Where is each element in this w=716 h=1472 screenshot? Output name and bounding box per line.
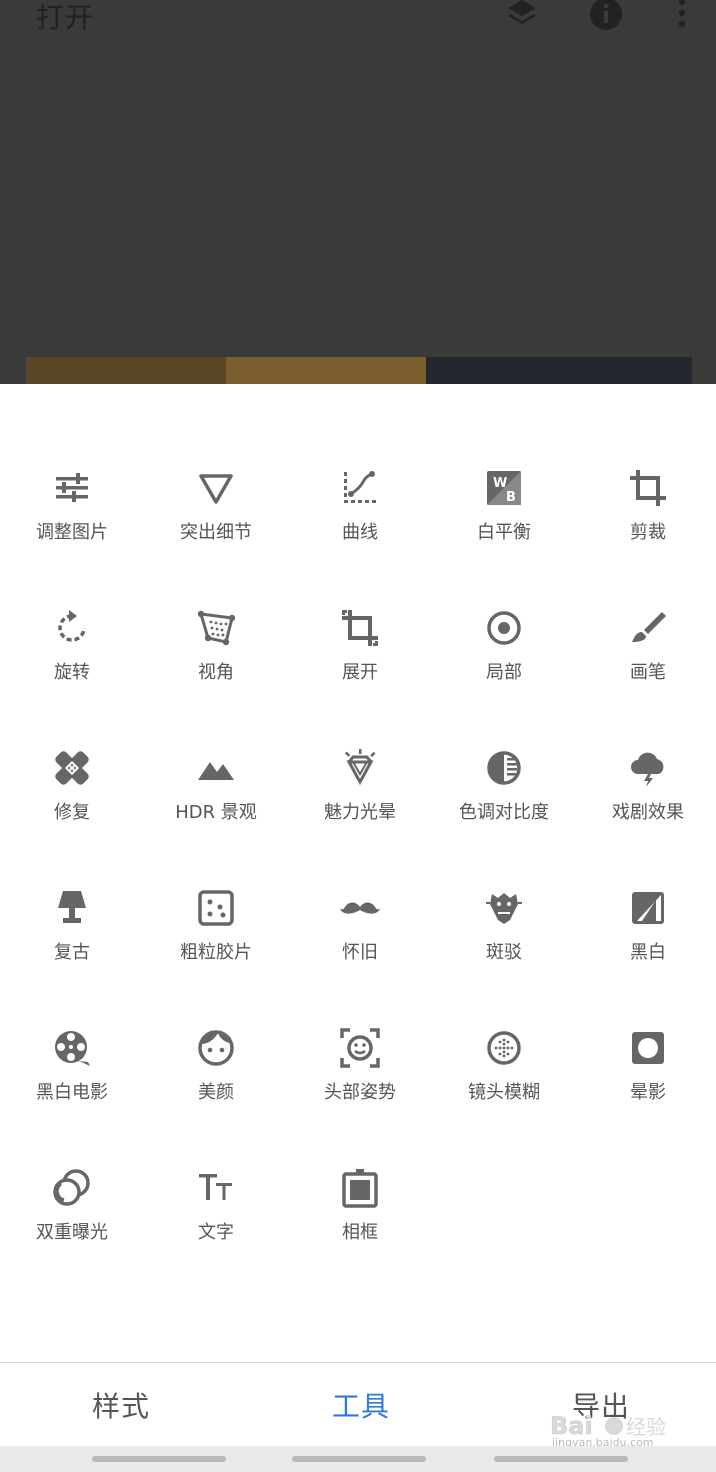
tool-lens-blur[interactable]: 镜头模糊 xyxy=(432,982,576,1122)
tool-glamour-glow[interactable]: 魅力光晕 xyxy=(288,702,432,842)
tool-text[interactable]: 文字 xyxy=(144,1122,288,1262)
tool-label: 美颜 xyxy=(198,1082,234,1103)
tool-label: 白平衡 xyxy=(477,522,531,543)
tool-label: 镜头模糊 xyxy=(468,1082,540,1103)
vintage-lamp-icon xyxy=(58,891,86,923)
text-icon xyxy=(199,1174,232,1200)
tab-tools[interactable]: 工具 xyxy=(332,1385,390,1425)
tool-hdr[interactable]: HDR 景观 xyxy=(144,702,288,842)
vignette-icon xyxy=(632,1032,664,1064)
tool-label: HDR 景观 xyxy=(175,802,257,823)
tool-label: 戏剧效果 xyxy=(612,802,684,823)
white-balance-icon: W B xyxy=(487,471,521,505)
tool-vignette[interactable]: 晕影 xyxy=(576,982,716,1122)
photo-preview xyxy=(26,357,692,384)
info-icon[interactable] xyxy=(588,0,624,32)
tune-icon xyxy=(56,473,88,502)
tool-label: 相框 xyxy=(342,1222,378,1243)
tab-styles[interactable]: 样式 xyxy=(92,1385,150,1425)
tool-label: 黑白 xyxy=(630,942,666,963)
grunge-icon xyxy=(486,893,522,924)
tool-rotate[interactable]: 旋转 xyxy=(0,562,144,702)
tool-label: 剪裁 xyxy=(630,522,666,543)
curves-icon xyxy=(344,471,376,503)
tool-perspective[interactable]: 视角 xyxy=(144,562,288,702)
tool-portrait[interactable]: 美颜 xyxy=(144,982,288,1122)
tool-vintage[interactable]: 复古 xyxy=(0,842,144,982)
details-triangle-icon xyxy=(199,474,233,504)
tool-drama[interactable]: 戏剧效果 xyxy=(576,702,716,842)
tool-label: 晕影 xyxy=(630,1082,666,1103)
tool-noir[interactable]: 黑白电影 xyxy=(0,982,144,1122)
mustache-icon xyxy=(340,902,380,914)
tool-curves[interactable]: 曲线 xyxy=(288,422,432,562)
tool-selective[interactable]: 局部 xyxy=(432,562,576,702)
tool-brush[interactable]: 画笔 xyxy=(576,562,716,702)
tool-retrolux[interactable]: 怀旧 xyxy=(288,842,432,982)
nav-pill-center[interactable] xyxy=(292,1456,426,1462)
tool-expand[interactable]: 展开 xyxy=(288,562,432,702)
hdr-mountain-icon xyxy=(198,762,234,780)
tool-label: 双重曝光 xyxy=(36,1222,108,1243)
tool-label: 色调对比度 xyxy=(459,802,549,823)
system-nav-bar xyxy=(0,1446,716,1472)
tool-label: 黑白电影 xyxy=(36,1082,108,1103)
face-icon xyxy=(198,1030,234,1066)
tool-label: 展开 xyxy=(342,662,378,683)
tool-label: 曲线 xyxy=(342,522,378,543)
more-menu-icon[interactable] xyxy=(664,0,700,32)
head-pose-icon xyxy=(340,1028,380,1068)
selective-icon xyxy=(487,611,521,645)
open-button[interactable]: 打开 xyxy=(36,0,94,36)
tool-label: 怀旧 xyxy=(342,942,378,963)
healing-icon xyxy=(55,751,89,785)
svg-text:W: W xyxy=(493,476,507,491)
tool-details[interactable]: 突出细节 xyxy=(144,422,288,562)
svg-text:B: B xyxy=(506,490,516,505)
tool-tune[interactable]: 调整图片 xyxy=(0,422,144,562)
crop-icon xyxy=(630,470,666,506)
drama-cloud-icon xyxy=(631,752,664,787)
tool-tonal-contrast[interactable]: 色调对比度 xyxy=(432,702,576,842)
tool-label: 头部姿势 xyxy=(324,1082,396,1103)
tool-crop[interactable]: 剪裁 xyxy=(576,422,716,562)
nav-pill-right[interactable] xyxy=(494,1456,628,1462)
tool-label: 粗粒胶片 xyxy=(180,942,252,963)
tool-label: 视角 xyxy=(198,662,234,683)
black-white-icon xyxy=(632,892,664,924)
tool-label: 文字 xyxy=(198,1222,234,1243)
brush-icon xyxy=(632,612,666,642)
tool-frames[interactable]: 相框 xyxy=(288,1122,432,1262)
rotate-icon xyxy=(58,610,86,642)
tool-white-balance[interactable]: W B 白平衡 xyxy=(432,422,576,562)
tool-label: 局部 xyxy=(486,662,522,683)
tool-label: 画笔 xyxy=(630,662,666,683)
tool-grainy-film[interactable]: 粗粒胶片 xyxy=(144,842,288,982)
tool-label: 旋转 xyxy=(54,662,90,683)
layers-icon[interactable] xyxy=(504,0,540,32)
tool-label: 魅力光晕 xyxy=(324,802,396,823)
lens-blur-icon xyxy=(487,1031,521,1065)
tool-black-white[interactable]: 黑白 xyxy=(576,842,716,982)
nav-pill-left[interactable] xyxy=(92,1456,226,1462)
grainy-film-icon xyxy=(198,890,234,926)
tool-label: 复古 xyxy=(54,942,90,963)
film-reel-icon xyxy=(55,1031,90,1066)
tool-healing[interactable]: 修复 xyxy=(0,702,144,842)
tonal-contrast-icon xyxy=(487,751,521,785)
frame-icon xyxy=(342,1169,378,1208)
expand-icon xyxy=(342,610,378,646)
tool-label: 斑驳 xyxy=(486,942,522,963)
tool-grunge[interactable]: 斑驳 xyxy=(432,842,576,982)
perspective-icon xyxy=(197,610,236,646)
dimmed-editor-area: 打开 xyxy=(0,0,716,384)
tool-label: 修复 xyxy=(54,802,90,823)
tool-label: 调整图片 xyxy=(36,522,108,543)
tool-head-pose[interactable]: 头部姿势 xyxy=(288,982,432,1122)
tools-sheet: 调整图片 突出细节 曲线 W B 白平衡 剪裁 旋转 视角 展开 局部 画笔 修… xyxy=(0,384,716,1362)
tool-label: 突出细节 xyxy=(180,522,252,543)
double-exposure-icon xyxy=(53,1169,90,1206)
glamour-glow-diamond-icon xyxy=(344,749,376,786)
tool-double-exposure[interactable]: 双重曝光 xyxy=(0,1122,144,1262)
